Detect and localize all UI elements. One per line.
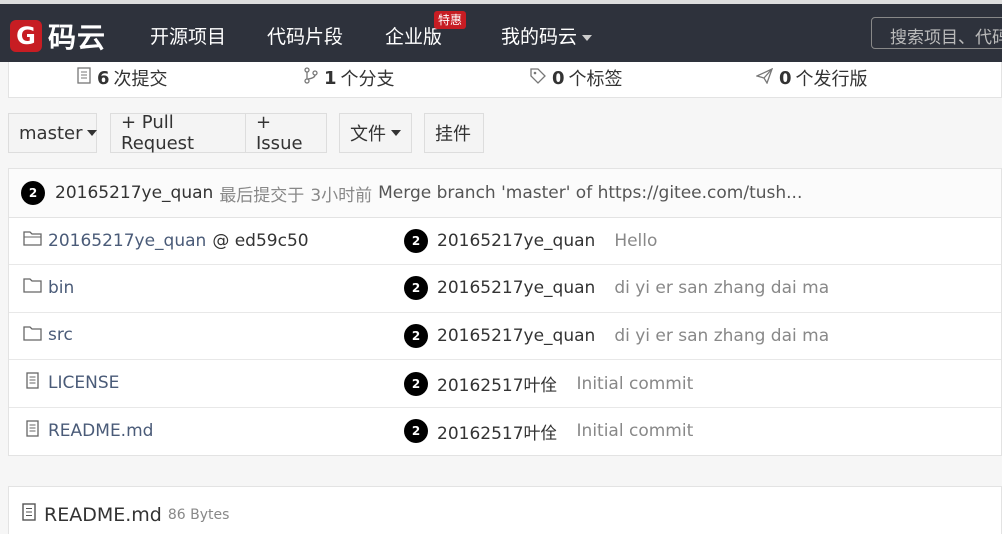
file-link[interactable]: bin: [23, 277, 74, 298]
file-commit: 2 20165217ye_quan di yi er san zhang dai…: [404, 276, 829, 301]
file-row: src 2 20165217ye_quan di yi er san zhang…: [9, 313, 1001, 361]
file-name: bin: [48, 277, 75, 298]
file-commit: 2 20162517叶佺 Initial commit: [404, 371, 693, 396]
file-name: 20165217ye_quan: [48, 230, 207, 251]
branch-label: 个分支: [340, 69, 395, 90]
branch-select-label: master: [19, 122, 83, 144]
file-commit: 2 20162517叶佺 Initial commit: [404, 419, 693, 444]
chevron-down-icon: [582, 34, 593, 41]
pull-request-button[interactable]: + Pull Request: [110, 112, 246, 154]
file-link[interactable]: LICENSE: [23, 372, 119, 394]
file-commit-author[interactable]: 20162517叶佺: [437, 371, 558, 396]
stat-releases[interactable]: 0 个发行版: [755, 65, 868, 91]
avatar[interactable]: 2: [404, 229, 428, 253]
file-link[interactable]: README.md: [23, 419, 154, 442]
nav-my-gitee-label: 我的码云: [501, 26, 578, 48]
stat-tags[interactable]: 0 个标签: [530, 65, 623, 91]
file-icon: [21, 503, 38, 526]
file-icon: [23, 419, 42, 442]
file-row: README.md 2 20162517叶佺 Initial commit: [9, 408, 1001, 455]
branch-icon: [304, 67, 318, 89]
readme-title: README.md 86 Bytes: [21, 503, 229, 526]
file-commit-author[interactable]: 20165217ye_quan: [437, 326, 595, 346]
folder-icon: [23, 325, 42, 346]
commit-icon: [77, 67, 91, 89]
file-row: 20165217ye_quan @ ed59c50 2 20165217ye_q…: [9, 218, 1001, 266]
file-commit-author[interactable]: 20165217ye_quan: [437, 231, 595, 251]
submodule-ref: @ ed59c50: [212, 230, 309, 251]
logo-text: 码云: [48, 21, 107, 54]
file-commit-message[interactable]: di yi er san zhang dai ma: [614, 278, 829, 298]
file-commit-message[interactable]: Hello: [614, 231, 657, 251]
tag-count: 0: [552, 67, 565, 89]
commit-time: 3小时前: [310, 185, 373, 206]
search-input[interactable]: 搜索项目、代码: [871, 17, 1002, 49]
tag-label: 个标签: [568, 69, 623, 90]
top-navbar: G 码云 开源项目 代码片段 企业版 特惠 我的码云 搜索项目、代码: [0, 0, 1002, 62]
gitee-logo[interactable]: G 码云: [10, 16, 106, 56]
files-dropdown-label: 文件: [350, 124, 386, 145]
file-commit: 2 20165217ye_quan di yi er san zhang dai…: [404, 323, 829, 348]
file-link[interactable]: 20165217ye_quan @ ed59c50: [23, 230, 309, 251]
avatar[interactable]: 2: [404, 371, 428, 396]
promo-badge: 特惠: [434, 11, 467, 29]
stat-branches[interactable]: 1 个分支: [304, 65, 395, 91]
file-commit-message[interactable]: Initial commit: [577, 374, 694, 394]
widget-button[interactable]: 挂件: [424, 113, 484, 153]
nav-open-source[interactable]: 开源项目: [150, 22, 226, 49]
file-icon: [23, 372, 42, 394]
file-list: 20165217ye_quan @ ed59c50 2 20165217ye_q…: [8, 218, 1002, 456]
avatar[interactable]: 2: [404, 323, 428, 348]
file-link[interactable]: src: [23, 325, 73, 346]
file-commit: 2 20165217ye_quan Hello: [404, 229, 657, 253]
release-icon: [755, 67, 774, 89]
nav-my-gitee[interactable]: 我的码云: [501, 22, 593, 49]
commit-author[interactable]: 20165217ye_quan: [55, 183, 213, 203]
files-dropdown[interactable]: 文件: [339, 113, 412, 153]
commit-message[interactable]: Merge branch 'master' of https://gitee.c…: [378, 183, 802, 203]
file-commit-message[interactable]: di yi er san zhang dai ma: [614, 326, 829, 346]
file-name: README.md: [48, 420, 154, 441]
branch-select[interactable]: master: [8, 113, 98, 153]
file-commit-author[interactable]: 20162517叶佺: [437, 419, 558, 444]
branch-count: 1: [324, 67, 337, 89]
commit-label: 最后提交于: [219, 185, 305, 206]
avatar[interactable]: 2: [21, 181, 45, 205]
commit-label: 次提交: [113, 69, 168, 90]
avatar[interactable]: 2: [404, 276, 428, 301]
release-count: 0: [779, 67, 792, 89]
chevron-down-icon: [391, 130, 401, 136]
stat-commits[interactable]: 6 次提交: [77, 65, 168, 91]
file-row: LICENSE 2 20162517叶佺 Initial commit: [9, 360, 1001, 408]
file-commit-author[interactable]: 20165217ye_quan: [437, 278, 595, 298]
avatar[interactable]: 2: [404, 419, 428, 444]
readme-name: README.md: [44, 503, 162, 526]
tag-icon: [530, 67, 546, 89]
file-row: bin 2 20165217ye_quan di yi er san zhang…: [9, 265, 1001, 313]
submodule-icon: [23, 230, 42, 251]
nav-snippets[interactable]: 代码片段: [267, 22, 343, 49]
last-commit-bar: 2 20165217ye_quan 最后提交于 3小时前 Merge branc…: [8, 168, 1002, 218]
chevron-down-icon: [87, 130, 98, 136]
issue-button[interactable]: + Issue: [245, 112, 327, 154]
commit-count: 6: [97, 67, 110, 89]
repo-stats: 6 次提交 1 个分支 0 个标签 0 个发行版: [8, 62, 1002, 98]
readme-size: 86 Bytes: [167, 506, 230, 523]
folder-icon: [23, 277, 42, 298]
file-name: src: [48, 325, 73, 346]
release-label: 个发行版: [795, 69, 868, 90]
readme-panel: README.md 86 Bytes: [8, 486, 1002, 534]
file-commit-message[interactable]: Initial commit: [577, 421, 694, 441]
file-name: LICENSE: [48, 373, 120, 394]
logo-mark: G: [10, 20, 42, 52]
